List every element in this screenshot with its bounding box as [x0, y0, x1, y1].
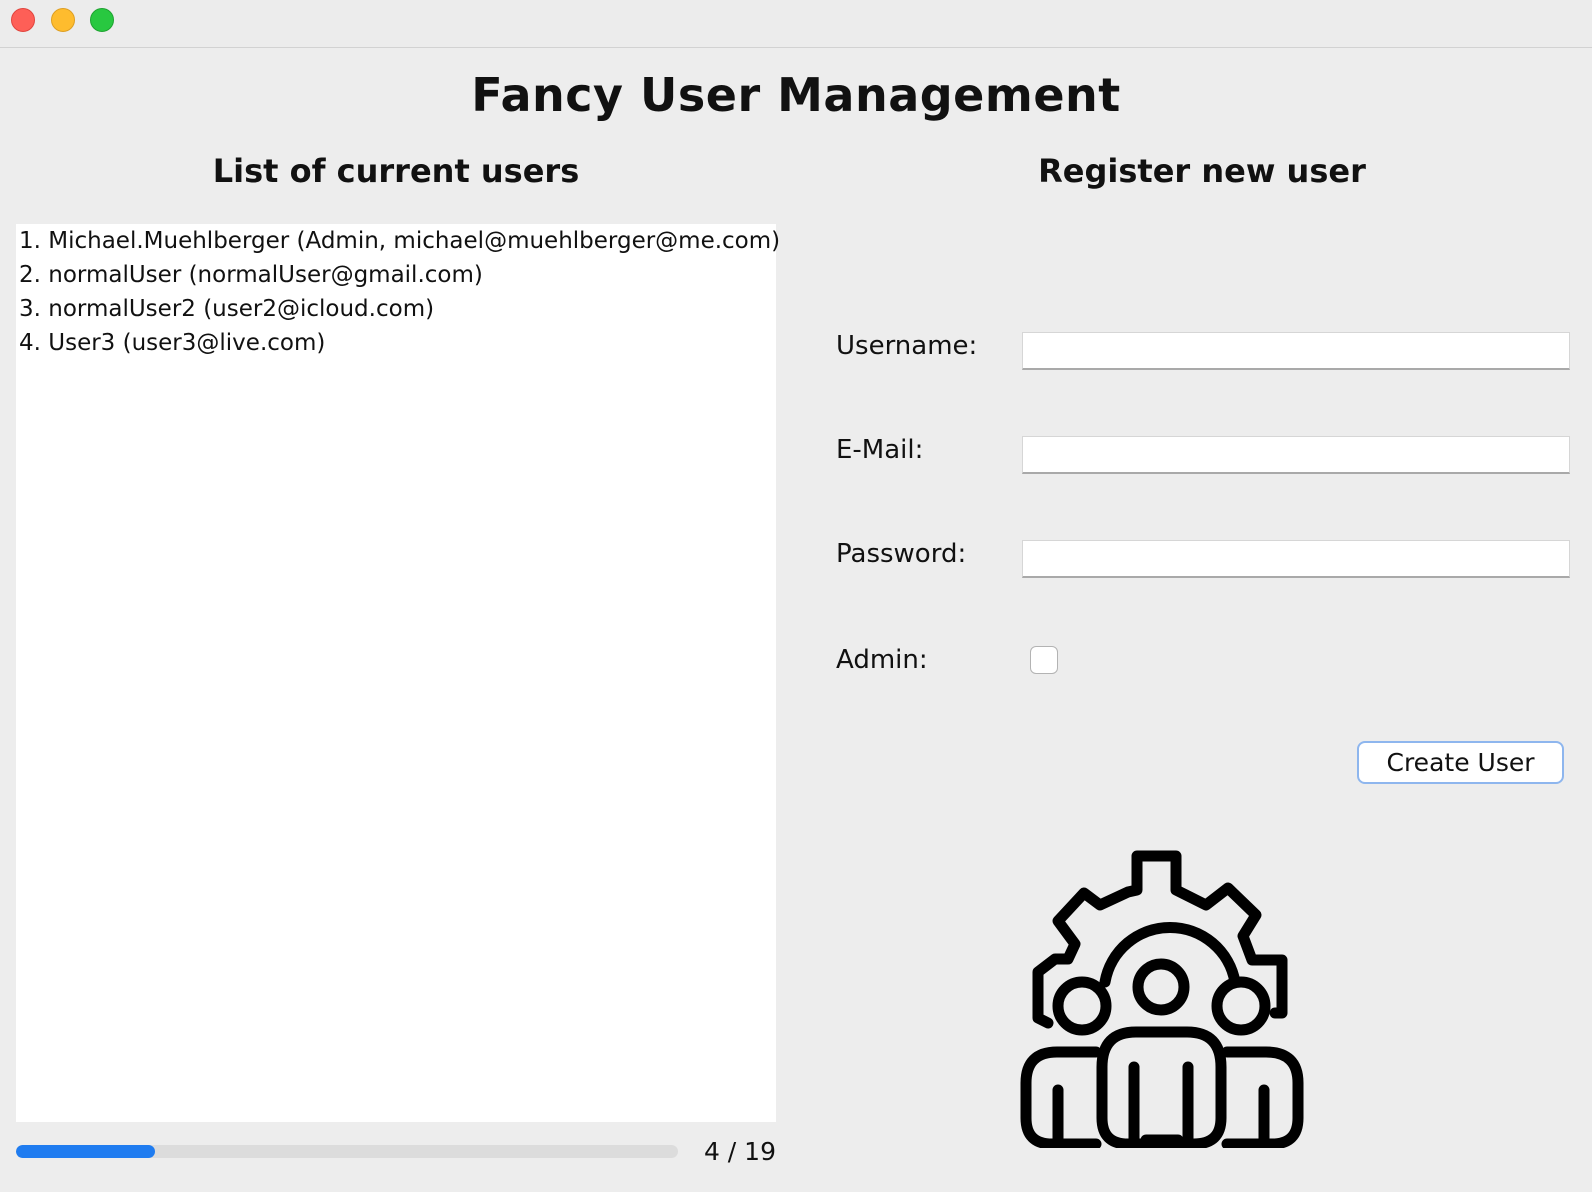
- admin-checkbox[interactable]: [1030, 646, 1058, 674]
- title-bar: [0, 0, 1592, 48]
- password-input[interactable]: [1022, 540, 1570, 578]
- password-label: Password:: [836, 539, 967, 569]
- close-window-button[interactable]: [11, 8, 35, 32]
- register-title: Register new user: [1038, 152, 1366, 190]
- user-list-item[interactable]: 2. normalUser (normalUser@gmail.com): [16, 258, 776, 292]
- user-list[interactable]: 1. Michael.Muehlberger (Admin, michael@m…: [16, 224, 780, 1122]
- progress-fill: [16, 1145, 156, 1158]
- team-gear-icon: [1020, 850, 1304, 1148]
- admin-label: Admin:: [836, 645, 928, 675]
- user-list-item[interactable]: 3. normalUser2 (user2@icloud.com): [16, 292, 776, 326]
- username-input[interactable]: [1022, 332, 1570, 370]
- user-list-item[interactable]: 1. Michael.Muehlberger (Admin, michael@m…: [16, 224, 780, 258]
- email-input[interactable]: [1022, 436, 1570, 474]
- user-list-title: List of current users: [212, 152, 580, 190]
- username-label: Username:: [836, 331, 978, 361]
- maximize-window-button[interactable]: [90, 8, 114, 32]
- minimize-window-button[interactable]: [51, 8, 75, 32]
- app-window: Fancy User Management List of current us…: [0, 0, 1592, 1192]
- create-user-button[interactable]: Create User: [1357, 741, 1564, 784]
- user-count-text: 4 / 19: [703, 1137, 776, 1166]
- user-count-progress-bar: [16, 1145, 678, 1158]
- app-title: Fancy User Management: [471, 68, 1121, 122]
- user-list-item[interactable]: 4. User3 (user3@live.com): [16, 326, 776, 360]
- email-label: E-Mail:: [836, 435, 924, 465]
